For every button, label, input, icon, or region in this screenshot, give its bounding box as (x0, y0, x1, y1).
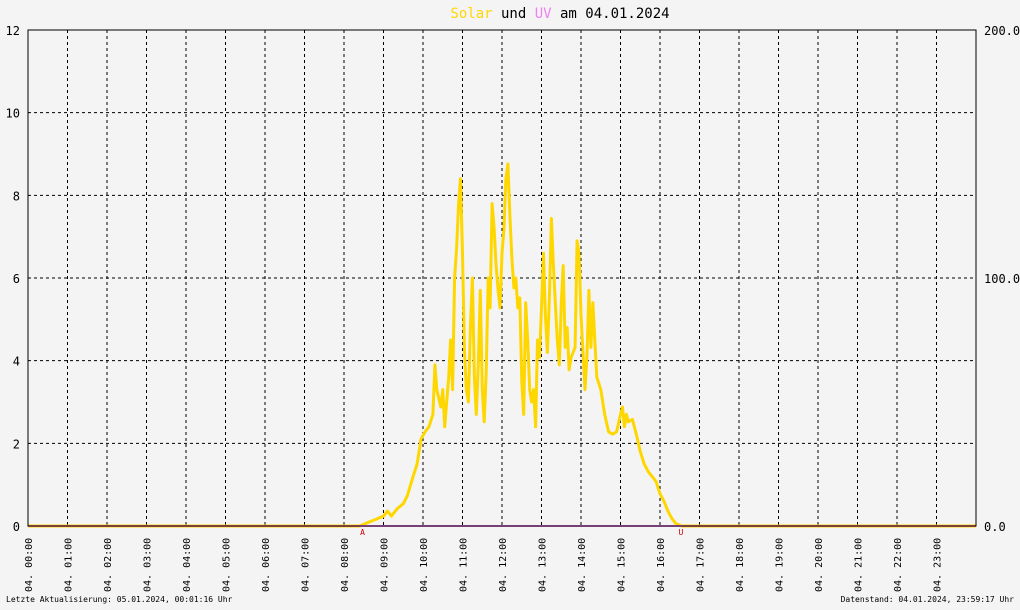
y-right-tick-label: 100.0 (984, 272, 1020, 286)
x-tick-label: 04. 16:00 (656, 538, 667, 592)
x-tick-label: 04. 08:00 (340, 538, 351, 592)
title-part: am 04.01.2024 (552, 6, 670, 22)
title-part: und (493, 6, 535, 22)
x-tick-label: 04. 13:00 (538, 538, 549, 592)
x-tick-label: 04. 05:00 (222, 538, 233, 592)
y-left-tick-label: 12 (6, 24, 20, 38)
x-tick-label: 04. 07:00 (301, 538, 312, 592)
x-tick-label: 04. 09:00 (380, 538, 391, 592)
x-tick-label: 04. 04:00 (182, 538, 193, 592)
x-tick-label: 04. 15:00 (617, 538, 628, 592)
marker-u: U (679, 528, 684, 537)
x-tick-label: 04. 14:00 (577, 538, 588, 592)
x-tick-label: 04. 12:00 (498, 538, 509, 592)
y-right-tick-label: 200.0 (984, 24, 1020, 38)
axes: 0 2 4 6 8 10 12 0.0 100.0 200.0 04. 00:00 04. 01:00… (6, 24, 1020, 592)
x-tick-label: 04. 21:00 (854, 538, 865, 592)
x-tick-label: 04. 03:00 (143, 538, 154, 592)
x-tick-label: 04. 17:00 (696, 538, 707, 592)
x-tick-label: 04. 22:00 (893, 538, 904, 592)
y-right-tick-label: 0.0 (984, 520, 1006, 534)
footer-right: Datenstand: 04.01.2024, 23:59:17 Uhr (841, 595, 1015, 604)
chart-title: Solar und UV am 04.01.2024 (450, 6, 669, 22)
title-part: UV (535, 6, 552, 22)
x-tick-label: 04. 02:00 (103, 538, 114, 592)
y-left-tick-label: 6 (13, 272, 20, 286)
y-left-tick-label: 10 (6, 107, 20, 121)
title-part: Solar (450, 6, 492, 22)
chart-window: Solar und UV am 04.01.2024 0 2 4 6 8 10 12 0.0 1… (0, 0, 1020, 606)
marker-a: A (360, 528, 365, 537)
x-tick-label: 04. 06:00 (261, 538, 272, 592)
y-left-tick-label: 2 (13, 437, 20, 451)
x-tick-label: 04. 10:00 (419, 538, 430, 592)
y-left-tick-label: 0 (13, 520, 20, 534)
x-tick-label: 04. 18:00 (735, 538, 746, 592)
x-tick-label: 04. 20:00 (814, 538, 825, 592)
y-left-tick-label: 8 (13, 189, 20, 203)
x-tick-label: 04. 19:00 (775, 538, 786, 592)
x-tick-label: 04. 00:00 (24, 538, 35, 592)
y-left-tick-label: 4 (13, 355, 20, 369)
footer-left: Letzte Aktualisierung: 05.01.2024, 00:01… (6, 595, 233, 604)
solar-uv-chart: Solar und UV am 04.01.2024 0 2 4 6 8 10 12 0.0 1… (6, 6, 1020, 604)
x-tick-label: 04. 23:00 (933, 538, 944, 592)
x-tick-label: 04. 01:00 (64, 538, 75, 592)
x-tick-label: 04. 11:00 (459, 538, 470, 592)
